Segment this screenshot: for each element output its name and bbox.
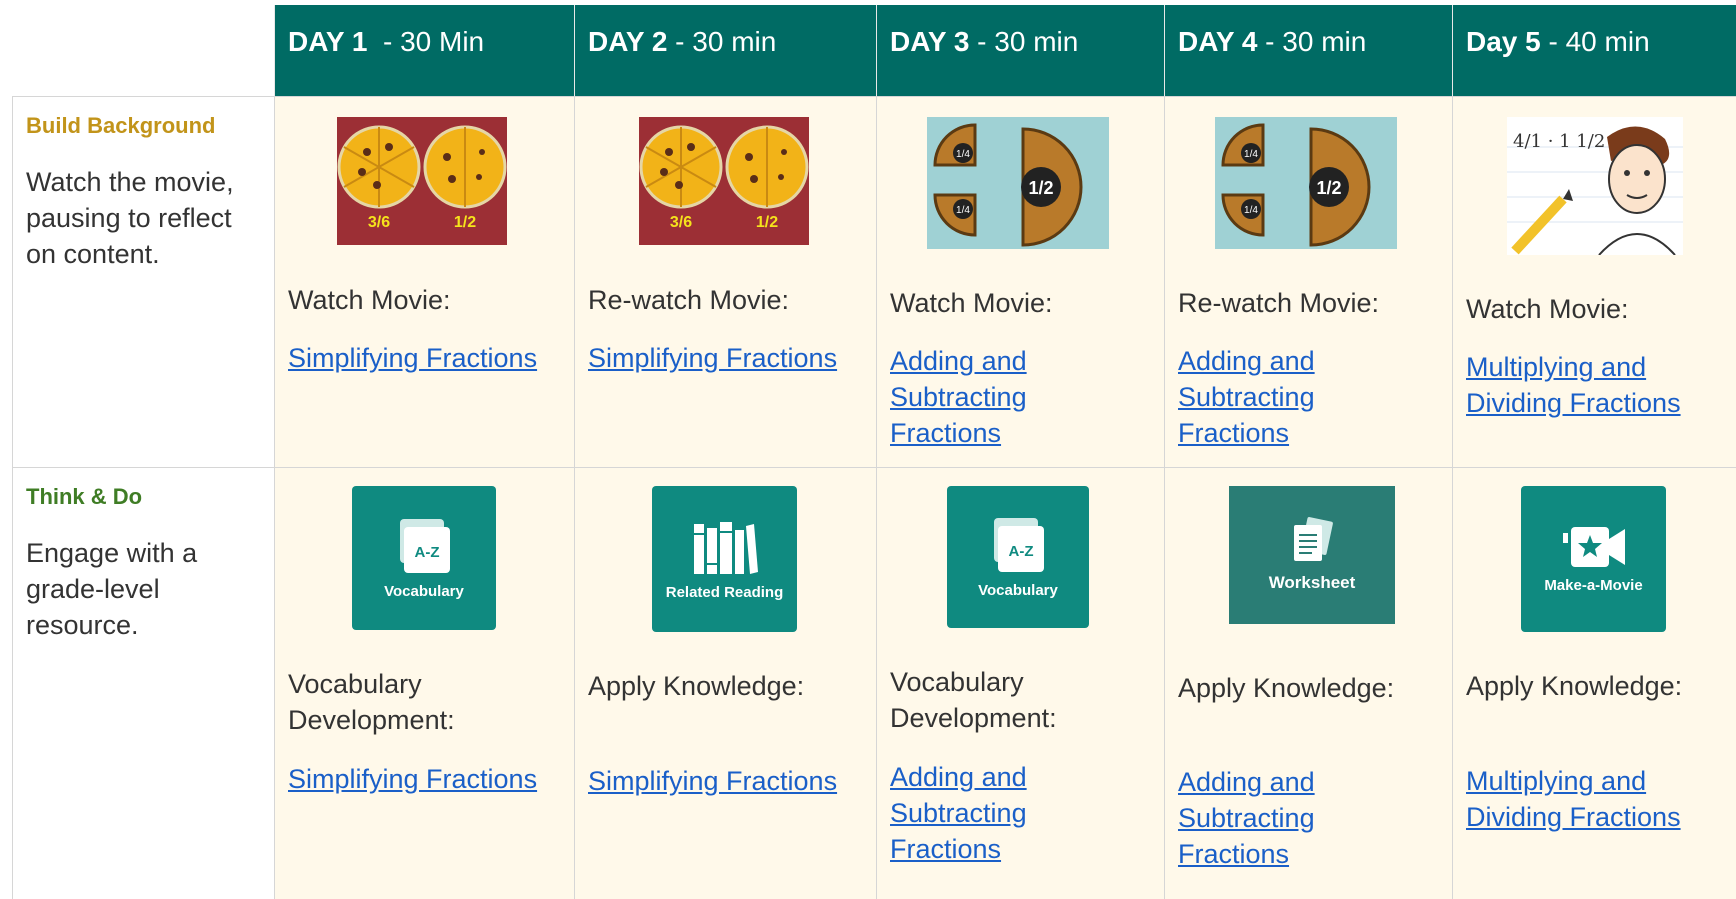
- row-label-think-and-do: Think & Do Engage with a grade-level res…: [12, 467, 274, 899]
- fraction-label: 1/2: [756, 214, 778, 231]
- movie-link[interactable]: Multiplying and Dividing Fractions: [1466, 349, 1716, 421]
- make-a-movie-tile[interactable]: Make-a-Movie: [1521, 486, 1666, 632]
- boy-with-pencil-thumbnail[interactable]: 4/1 · 1 1/2: [1507, 117, 1683, 255]
- movie-link[interactable]: Adding and Subtracting Fractions: [890, 343, 1090, 451]
- equation-text: 4/1 · 1 1/2: [1513, 131, 1605, 152]
- cell-label: Watch Movie:: [1466, 294, 1629, 324]
- fraction-label: 3/6: [368, 214, 390, 231]
- pizza-thumbnail[interactable]: 3/6 1/2: [639, 117, 809, 245]
- day-number: DAY 4: [1178, 26, 1258, 57]
- cell-build-day-4: 1/4 1/4 1/2 Re-watch Movie: Adding and S…: [1164, 96, 1452, 467]
- cell-build-day-3: 1/4 1/4 1/2 Watch Movie: Adding and Subt…: [876, 96, 1164, 467]
- day-number: DAY 1: [288, 26, 368, 57]
- video-camera-star-icon: [1562, 526, 1625, 567]
- fraction-label: 1/2: [1028, 178, 1053, 198]
- fraction-label: 1/4: [1244, 205, 1258, 216]
- cell-label: Apply Knowledge:: [588, 671, 805, 701]
- az-text: A-Z: [415, 544, 440, 561]
- header-day-2: DAY 2 - 30 min: [574, 5, 876, 96]
- row-title: Build Background: [26, 113, 216, 138]
- pizza-thumbnail[interactable]: 3/6 1/2: [337, 117, 507, 245]
- day-number: DAY 2: [588, 26, 668, 57]
- movie-link[interactable]: Simplifying Fractions: [588, 340, 837, 376]
- day-duration: - 30 Min: [367, 26, 485, 57]
- cell-label: Re-watch Movie:: [588, 285, 790, 315]
- books-icon: [693, 521, 758, 574]
- header-day-1: DAY 1 - 30 Min: [274, 5, 574, 96]
- cell-build-day-2: 3/6 1/2 Re-watch Movie: Simplifying Frac…: [574, 96, 876, 467]
- header-day-4: DAY 4 - 30 min: [1164, 5, 1452, 96]
- fraction-label: 1/4: [956, 205, 970, 216]
- cell-label: Apply Knowledge:: [1466, 671, 1683, 701]
- resource-link[interactable]: Simplifying Fractions: [288, 761, 537, 797]
- row-label-build-background: Build Background Watch the movie, pausin…: [12, 96, 274, 467]
- day-duration: - 30 min: [667, 26, 777, 57]
- cell-label: Vocabulary Development:: [890, 667, 1057, 733]
- row-title: Think & Do: [26, 484, 143, 509]
- day-duration: - 40 min: [1540, 26, 1650, 57]
- cell-build-day-5: 4/1 · 1 1/2 Watch Movie: Multiplying and…: [1452, 96, 1736, 467]
- movie-link[interactable]: Simplifying Fractions: [288, 340, 537, 376]
- tile-caption: Related Reading: [665, 583, 784, 601]
- vocabulary-tile[interactable]: A-Z Vocabulary: [352, 486, 496, 630]
- cell-label: Re-watch Movie:: [1178, 288, 1380, 318]
- fraction-label: 1/4: [1244, 149, 1258, 160]
- row-description: Engage with a grade-level resource.: [26, 538, 198, 640]
- vocabulary-cards-icon: A-Z: [994, 517, 1044, 572]
- tile-caption: Vocabulary: [978, 581, 1058, 599]
- cell-think-day-4: Worksheet Apply Knowledge: Adding and Su…: [1164, 467, 1452, 899]
- worksheet-pages-icon: [1294, 517, 1333, 561]
- cell-think-day-5: Make-a-Movie Apply Knowledge: Multiplyin…: [1452, 467, 1736, 899]
- cell-think-day-3: A-Z Vocabulary Vocabulary Development: A…: [876, 467, 1164, 899]
- lesson-plan-table: DAY 1 - 30 Min DAY 2 - 30 min DAY 3 - 30…: [0, 0, 1736, 899]
- vocabulary-cards-icon: A-Z: [400, 518, 450, 573]
- cell-think-day-2: Related Reading Apply Knowledge: Simplif…: [574, 467, 876, 899]
- vocabulary-tile[interactable]: A-Z Vocabulary: [947, 486, 1089, 628]
- fraction-label: 3/6: [670, 214, 692, 231]
- header-day-5: Day 5 - 40 min: [1452, 5, 1736, 96]
- az-text: A-Z: [1009, 543, 1034, 560]
- header-day-3: DAY 3 - 30 min: [876, 5, 1164, 96]
- worksheet-tile[interactable]: Worksheet: [1229, 486, 1395, 624]
- day-duration: - 30 min: [1257, 26, 1367, 57]
- resource-link[interactable]: Adding and Subtracting Fractions: [1178, 764, 1378, 872]
- tile-caption: Vocabulary: [384, 582, 464, 600]
- tile-caption: Make-a-Movie: [1544, 576, 1643, 594]
- cell-label: Vocabulary Development:: [288, 669, 455, 735]
- pie-fraction-thumbnail[interactable]: 1/4 1/4 1/2: [1215, 117, 1397, 249]
- movie-link[interactable]: Adding and Subtracting Fractions: [1178, 343, 1378, 451]
- related-reading-tile[interactable]: Related Reading: [652, 486, 797, 632]
- cell-label: Watch Movie:: [288, 285, 451, 315]
- tile-caption: Worksheet: [1268, 573, 1356, 592]
- cell-build-day-1: 3/6 1/2 Watch Movie: Simplifying Fractio…: [274, 96, 574, 467]
- cell-label: Watch Movie:: [890, 288, 1053, 318]
- resource-link[interactable]: Simplifying Fractions: [588, 763, 837, 799]
- fraction-label: 1/2: [454, 214, 476, 231]
- pie-fraction-thumbnail[interactable]: 1/4 1/4 1/2: [927, 117, 1109, 249]
- cell-think-day-1: A-Z Vocabulary Vocabulary Development: S…: [274, 467, 574, 899]
- fraction-label: 1/4: [956, 149, 970, 160]
- day-number: DAY 3: [890, 26, 970, 57]
- fraction-label: 1/2: [1316, 178, 1341, 198]
- day-number: Day 5: [1466, 26, 1541, 57]
- cell-label: Apply Knowledge:: [1178, 673, 1395, 703]
- resource-link[interactable]: Adding and Subtracting Fractions: [890, 759, 1090, 867]
- resource-link[interactable]: Multiplying and Dividing Fractions: [1466, 763, 1716, 835]
- day-duration: - 30 min: [969, 26, 1079, 57]
- row-description: Watch the movie, pausing to reflect on c…: [26, 167, 234, 269]
